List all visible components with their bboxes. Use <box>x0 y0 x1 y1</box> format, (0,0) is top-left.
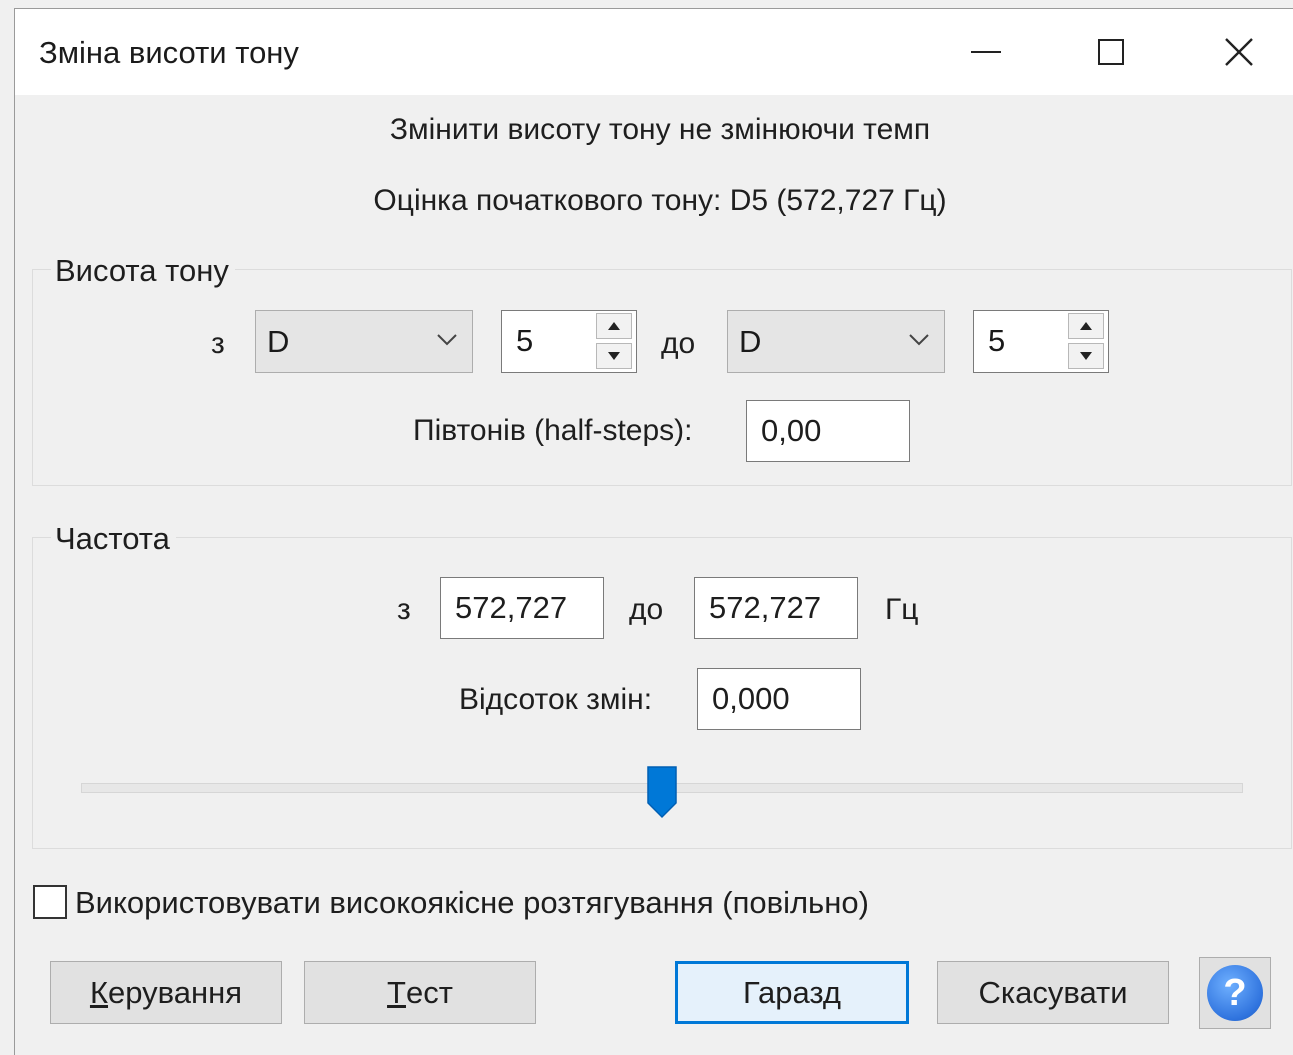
title-bar[interactable]: Зміна висоти тону <box>15 9 1293 95</box>
chevron-down-icon <box>909 334 929 346</box>
to-note-value: D <box>739 324 762 359</box>
test-button-label: ест <box>405 974 453 1010</box>
test-button[interactable]: Тест <box>304 961 536 1024</box>
from-octave-up-button[interactable] <box>596 313 632 339</box>
from-octave-value: 5 <box>516 323 534 358</box>
from-octave-down-button[interactable] <box>596 343 632 369</box>
to-octave-spinner[interactable]: 5 <box>973 310 1109 373</box>
help-icon: ? <box>1207 965 1263 1021</box>
to-octave-up-button[interactable] <box>1068 313 1104 339</box>
manage-button-label: ерування <box>108 974 243 1010</box>
pitch-to-label: до <box>661 327 696 360</box>
pitch-estimate-text: Оцінка початкового тону: D5 (572,727 Гц) <box>373 184 947 217</box>
test-button-mnemonic: Т <box>387 974 406 1010</box>
chevron-down-icon <box>437 334 457 346</box>
arrow-down-icon <box>1080 352 1092 360</box>
pitch-change-dialog: Зміна висоти тону Змінити висоту тону не… <box>14 8 1293 1055</box>
pitch-from-label: з <box>211 327 225 360</box>
frequency-group-label: Частота <box>51 521 176 557</box>
from-note-value: D <box>267 324 290 359</box>
maximize-icon <box>1098 39 1124 65</box>
semitones-label: Півтонів (half-steps): <box>413 414 693 447</box>
description-text: Змінити висоту тону не змінюючи темп <box>389 113 931 146</box>
frequency-from-input[interactable]: 572,727 <box>440 577 604 639</box>
minimize-icon <box>971 51 1001 53</box>
high-quality-checkbox[interactable] <box>33 885 67 919</box>
frequency-to-label: до <box>629 593 664 626</box>
maximize-button[interactable] <box>1047 9 1175 95</box>
manage-button[interactable]: Керування <box>50 961 282 1024</box>
high-quality-label[interactable]: Використовувати високоякісне розтягуванн… <box>75 885 869 921</box>
close-button[interactable] <box>1175 9 1293 95</box>
to-note-select[interactable]: D <box>727 310 945 373</box>
ok-button[interactable]: Гаразд <box>675 961 909 1024</box>
frequency-to-input[interactable]: 572,727 <box>694 577 858 639</box>
pitch-group <box>32 269 1292 486</box>
semitones-input[interactable]: 0,00 <box>746 400 910 462</box>
frequency-from-label: з <box>397 593 411 626</box>
to-octave-value: 5 <box>988 323 1006 358</box>
help-button[interactable]: ? <box>1199 957 1271 1029</box>
pitch-group-label: Висота тону <box>51 253 235 289</box>
from-octave-spinner[interactable]: 5 <box>501 310 637 373</box>
arrow-up-icon <box>608 322 620 330</box>
arrow-down-icon <box>608 352 620 360</box>
percent-change-label: Відсоток змін: <box>459 683 653 716</box>
frequency-unit-label: Гц <box>885 593 919 626</box>
from-note-select[interactable]: D <box>255 310 473 373</box>
to-octave-down-button[interactable] <box>1068 343 1104 369</box>
manage-button-mnemonic: К <box>89 974 109 1010</box>
arrow-up-icon <box>1080 322 1092 330</box>
cancel-button[interactable]: Скасувати <box>937 961 1169 1024</box>
percent-change-input[interactable]: 0,000 <box>697 668 861 730</box>
minimize-button[interactable] <box>922 9 1050 95</box>
percent-change-slider-thumb[interactable] <box>646 765 678 819</box>
window-title: Зміна висоти тону <box>39 35 299 70</box>
close-icon <box>1225 38 1253 66</box>
